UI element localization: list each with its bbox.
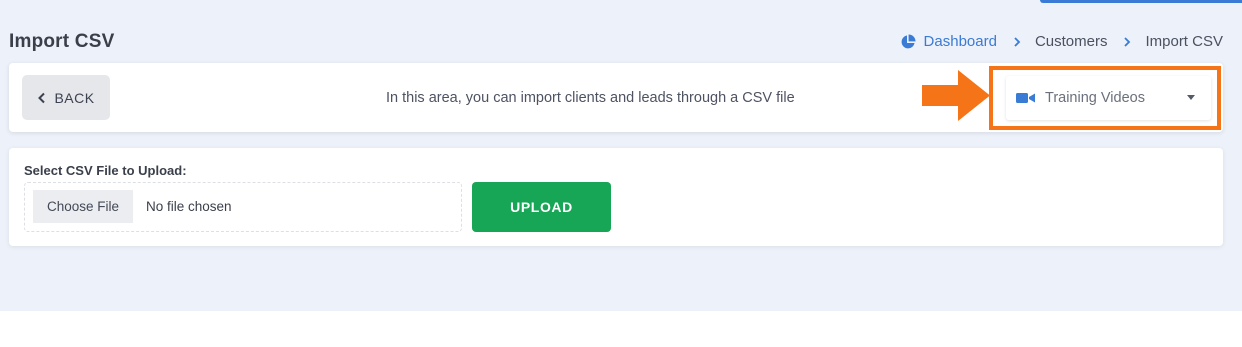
caret-down-icon xyxy=(1187,95,1195,100)
breadcrumb-item-dashboard[interactable]: Dashboard xyxy=(900,33,997,50)
back-button-label: BACK xyxy=(54,89,95,106)
chevron-left-icon xyxy=(38,92,46,103)
training-videos-label: Training Videos xyxy=(1045,90,1145,106)
csv-file-input[interactable]: Choose File No file chosen xyxy=(24,182,462,232)
breadcrumb-item-import-csv: Import CSV xyxy=(1145,33,1223,50)
highlight-box: Training Videos xyxy=(989,66,1221,130)
upload-card: Select CSV File to Upload: Choose File N… xyxy=(9,148,1223,246)
choose-file-button[interactable]: Choose File xyxy=(33,190,133,223)
breadcrumb-label-import-csv: Import CSV xyxy=(1145,33,1223,50)
top-accent-bar xyxy=(1040,0,1242,3)
info-text: In this area, you can import clients and… xyxy=(386,90,795,106)
training-videos-dropdown[interactable]: Training Videos xyxy=(1006,76,1211,120)
chevron-right-icon xyxy=(1124,36,1131,47)
upload-field-label: Select CSV File to Upload: xyxy=(24,163,187,178)
page-title: Import CSV xyxy=(9,31,115,52)
orange-arrow-annotation xyxy=(922,70,990,121)
pie-chart-icon xyxy=(901,34,916,48)
breadcrumb-item-customers[interactable]: Customers xyxy=(1035,33,1108,50)
breadcrumb-label-dashboard[interactable]: Dashboard xyxy=(924,33,997,50)
chevron-right-icon xyxy=(1014,36,1021,47)
file-status-text: No file chosen xyxy=(146,199,232,214)
video-camera-icon xyxy=(1016,93,1035,103)
breadcrumb-label-customers[interactable]: Customers xyxy=(1035,33,1108,50)
app-background: Import CSV Dashboard Customers Import CS… xyxy=(0,0,1242,311)
breadcrumb: Dashboard Customers Import CSV xyxy=(900,33,1223,50)
back-button[interactable]: BACK xyxy=(22,75,110,120)
toolbar-card: BACK In this area, you can import client… xyxy=(9,63,1223,132)
upload-button[interactable]: UPLOAD xyxy=(472,182,611,232)
